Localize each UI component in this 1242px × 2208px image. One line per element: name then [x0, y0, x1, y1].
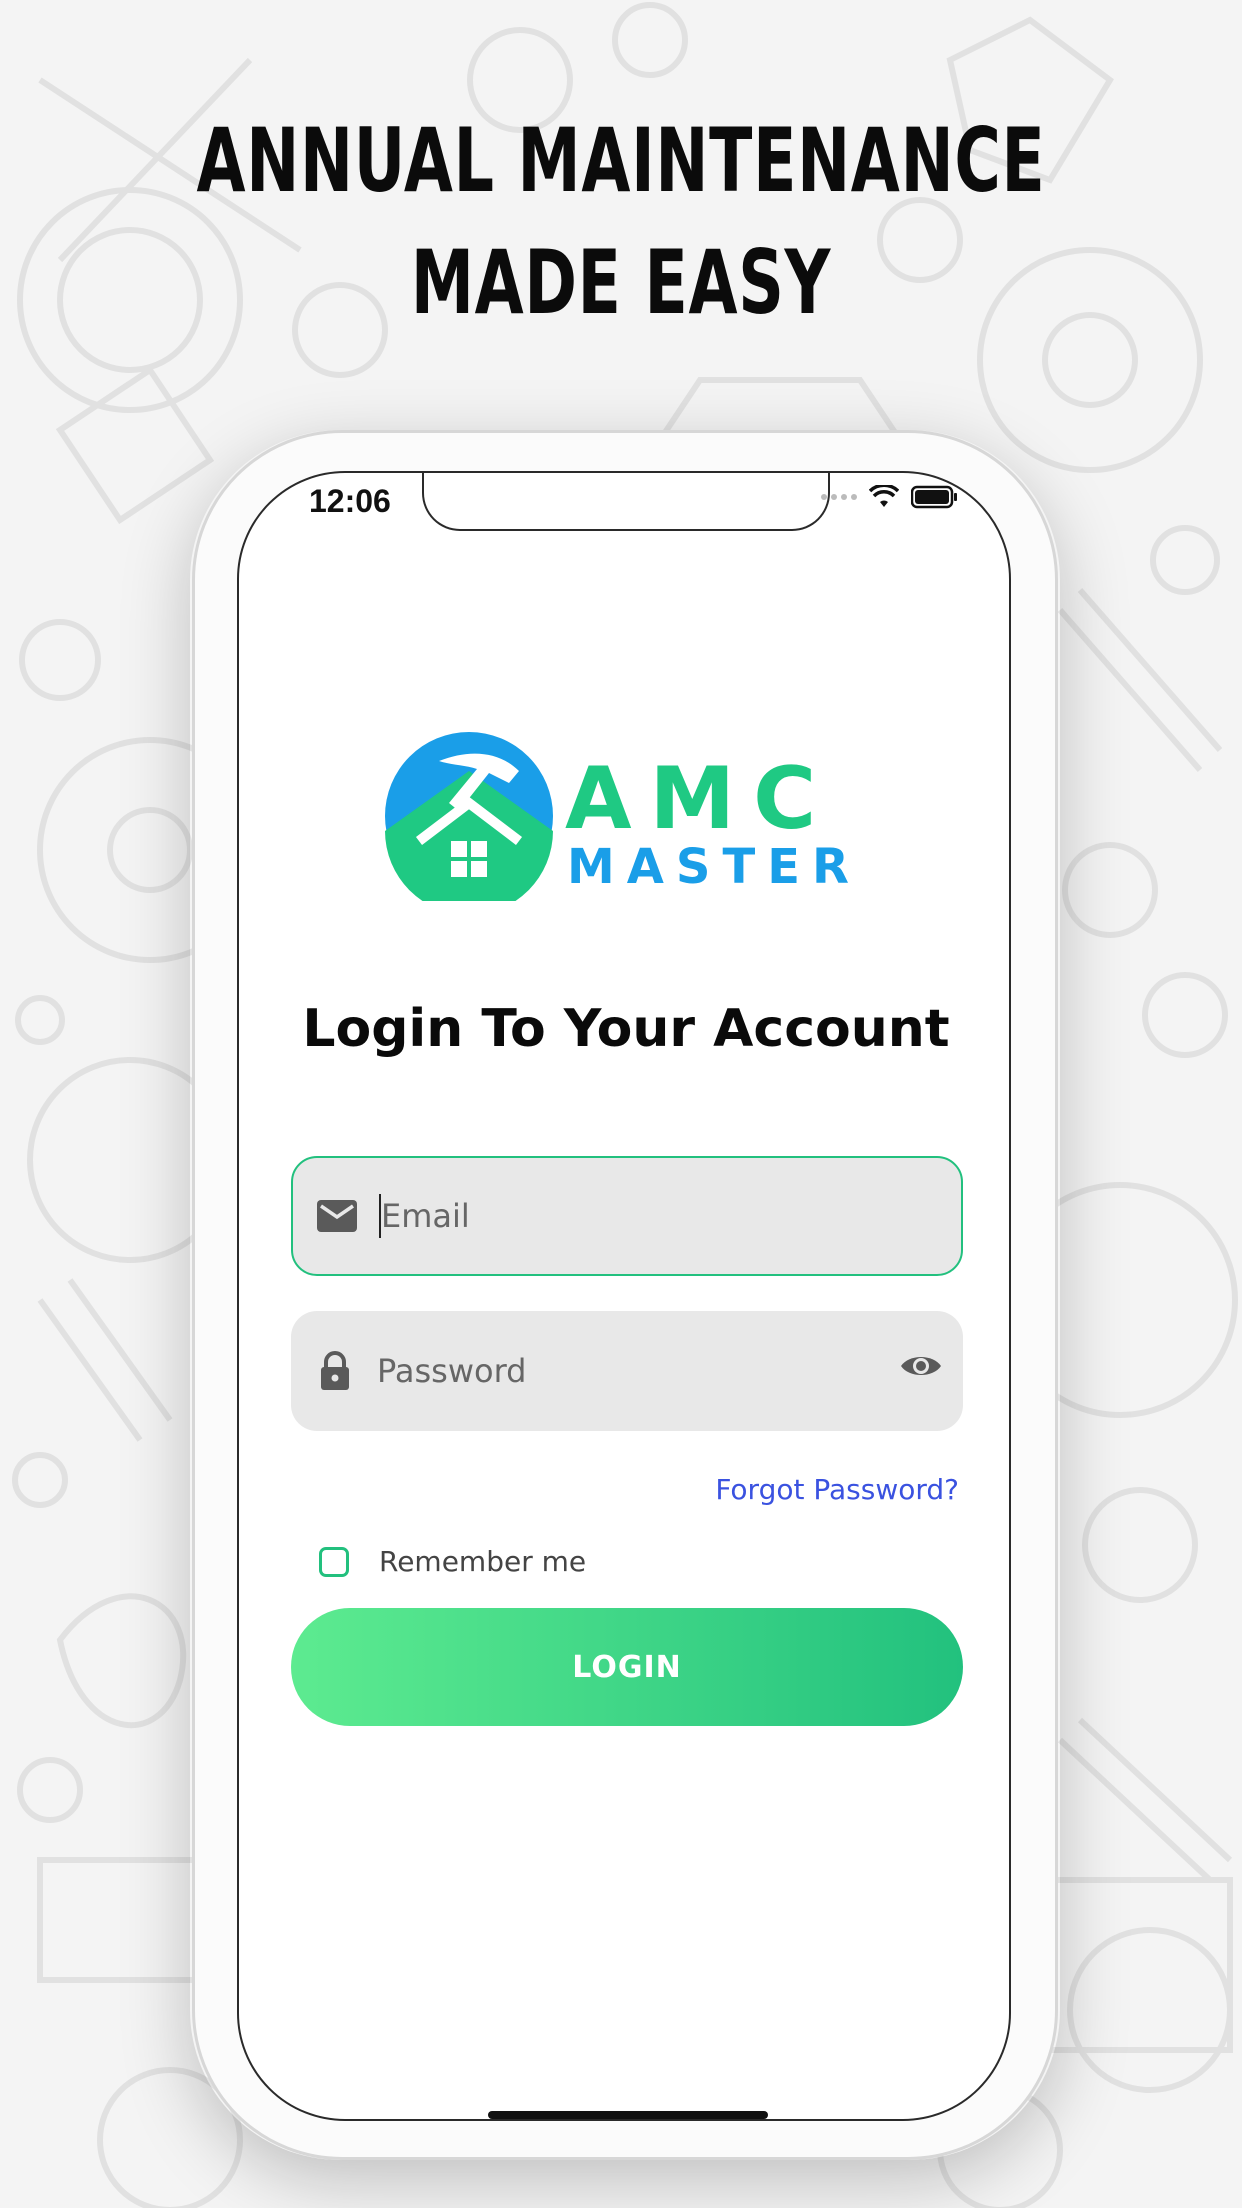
headline-line-2: MADE EASY: [410, 231, 832, 334]
remember-me-checkbox[interactable]: [319, 1546, 349, 1577]
phone-screen: 12:06 AMC MASTER Login To Your Account E…: [237, 471, 1011, 2121]
battery-icon: [911, 485, 957, 509]
eye-icon[interactable]: [899, 1351, 943, 1381]
house-hammer-logo-icon: [385, 732, 553, 901]
password-placeholder: Password: [377, 1352, 527, 1390]
remember-me-label: Remember me: [379, 1545, 587, 1578]
password-field[interactable]: Password: [291, 1311, 963, 1431]
mail-icon: [315, 1200, 359, 1232]
wifi-icon: [869, 485, 899, 507]
logo-text-master: MASTER: [567, 839, 861, 895]
headline-line-1: ANNUAL MAINTENANCE: [196, 109, 1046, 212]
app-logo: AMC MASTER: [385, 731, 869, 901]
notch: [422, 473, 830, 531]
status-icons: [821, 485, 959, 509]
email-field[interactable]: Email: [291, 1156, 963, 1276]
forgot-password-link[interactable]: Forgot Password?: [715, 1473, 959, 1506]
email-placeholder: Email: [381, 1197, 470, 1235]
signal-dots-icon: [821, 494, 857, 500]
page-title: Login To Your Account: [302, 999, 950, 1059]
logo-text-amc: AMC: [565, 749, 835, 849]
home-indicator: [488, 2111, 768, 2119]
status-time: 12:06: [309, 483, 391, 519]
remember-me[interactable]: Remember me: [319, 1545, 586, 1578]
lock-icon: [313, 1351, 357, 1391]
headline: ANNUAL MAINTENANCE MADE EASY: [174, 100, 1068, 344]
login-button[interactable]: LOGIN: [291, 1608, 963, 1726]
